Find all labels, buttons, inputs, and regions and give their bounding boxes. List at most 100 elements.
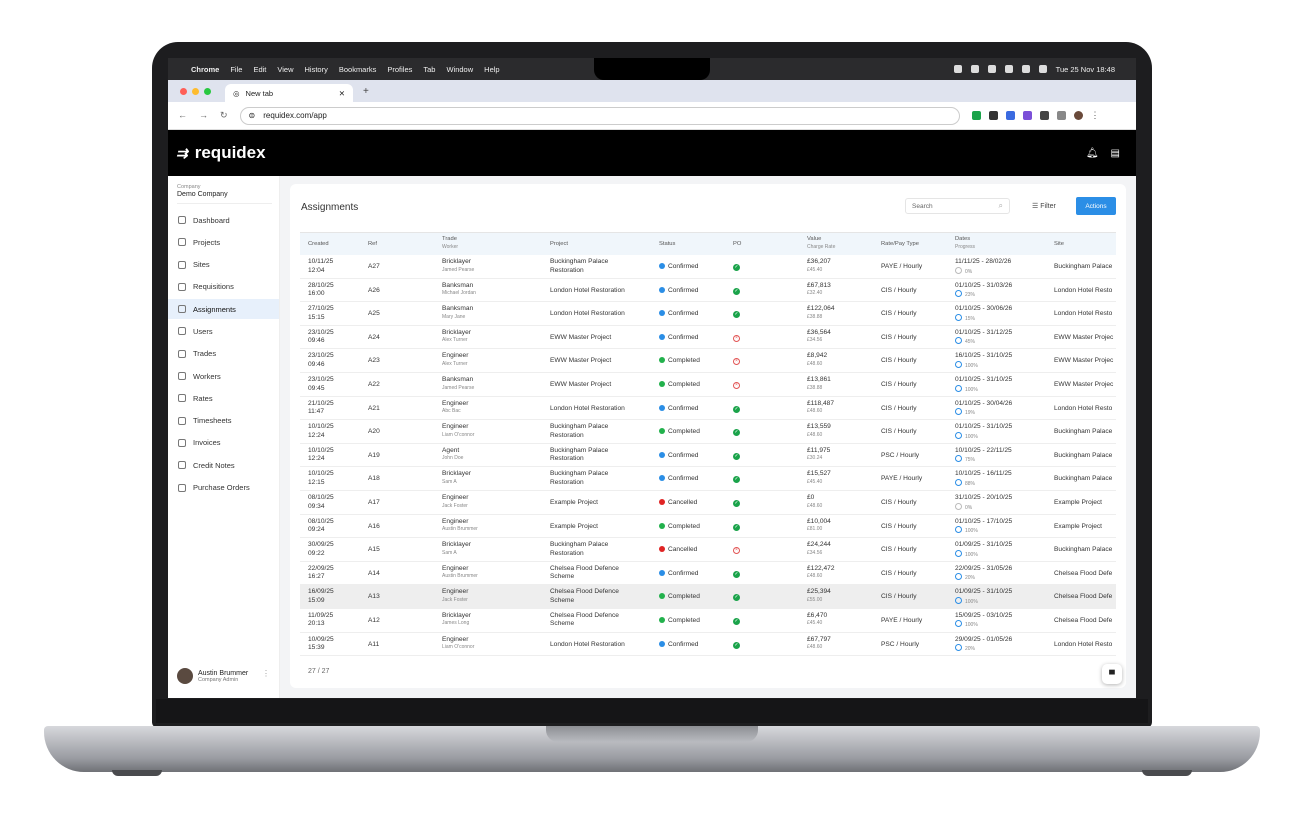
brand-logo[interactable]: ⇉ requidex <box>176 143 266 163</box>
sidebar-item-projects[interactable]: Projects <box>168 232 279 252</box>
cell-po: ✓ <box>733 405 740 414</box>
col-project[interactable]: Project <box>550 241 568 249</box>
menubar-clock[interactable]: Tue 25 Nov 18:48 <box>1056 65 1115 74</box>
table-row[interactable]: 11/09/25 20:13 A12 Bricklayer James Long Chel… <box>300 609 1116 633</box>
new-tab-icon[interactable]: + <box>363 86 369 97</box>
chat-icon[interactable]: ▀ <box>1102 664 1122 684</box>
site-text: London Hotel Resto <box>1054 286 1113 294</box>
table-row[interactable]: 10/10/25 12:24 A19 Agent John Doe Buckingham … <box>300 444 1116 468</box>
sidebar-item-invoices[interactable]: Invoices <box>168 433 279 453</box>
col-po[interactable]: PO <box>733 241 741 249</box>
menubar-item[interactable]: Bookmarks <box>339 65 377 74</box>
sidebar-item-dashboard[interactable]: Dashboard <box>168 210 279 230</box>
table-row[interactable]: 10/09/25 15:39 A11 Engineer Liam O'connor Lon… <box>300 633 1116 657</box>
search-input[interactable]: Search ⌕ <box>905 198 1010 214</box>
col-trade[interactable]: Trade Worker <box>442 236 458 250</box>
progress-ring-icon <box>955 384 962 392</box>
rate-type-text: CIS / Hourly <box>881 380 917 388</box>
cell-project: London Hotel Restoration <box>550 287 625 296</box>
col-ref[interactable]: Ref <box>368 241 377 249</box>
wifi-icon[interactable] <box>1021 65 1030 73</box>
status-icon[interactable] <box>987 65 996 73</box>
id-card-icon <box>178 305 186 314</box>
col-created[interactable]: Created <box>308 241 329 249</box>
table-row[interactable]: 10/10/25 12:15 A18 Bricklayer Sam A Buckingha… <box>300 467 1116 491</box>
table-row[interactable]: 23/10/25 09:46 A24 Bricklayer Alex Turner EWW… <box>300 326 1116 350</box>
sidebar-item-label: Sites <box>193 260 210 270</box>
sidebar-item-rates[interactable]: Rates <box>168 388 279 408</box>
puzzle-icon[interactable] <box>1056 111 1066 120</box>
message-icon[interactable]: ▤ <box>1111 148 1120 159</box>
close-window-icon[interactable] <box>180 87 187 95</box>
extension-icon[interactable] <box>971 111 981 120</box>
menubar-item[interactable]: View <box>277 65 293 74</box>
sidebar-item-timesheets[interactable]: Timesheets <box>168 411 279 431</box>
created-time: 12:24 <box>308 431 325 439</box>
menubar-item[interactable]: Profiles <box>387 65 412 74</box>
table-row[interactable]: 08/10/25 09:24 A16 Engineer Austin Brummer Ex… <box>300 515 1116 539</box>
col-value[interactable]: Value Charge Rate <box>807 236 835 250</box>
table-row[interactable]: 10/11/25 12:04 A27 Bricklayer Jamed Pearse Bu… <box>300 255 1116 279</box>
extension-icon[interactable] <box>1022 111 1032 120</box>
battery-icon[interactable] <box>1038 65 1047 73</box>
reload-icon[interactable]: ↻ <box>220 110 228 121</box>
menubar-item[interactable]: Help <box>484 65 499 74</box>
table-row[interactable]: 10/10/25 12:24 A20 Engineer Liam O'connor Buc… <box>300 420 1116 444</box>
sidebar-item-requisitions[interactable]: Requisitions <box>168 277 279 297</box>
cell-status: Completed <box>659 616 700 626</box>
table-row[interactable]: 08/10/25 09:34 A17 Engineer Jack Foster Examp… <box>300 491 1116 515</box>
table-row[interactable]: 27/10/25 15:15 A25 Banksman Mary Jane London … <box>300 302 1116 326</box>
cell-dates: 01/10/25 - 31/10/25 100% <box>955 376 1012 393</box>
status-icon[interactable] <box>970 65 979 73</box>
status-icon[interactable] <box>953 65 962 73</box>
table-row[interactable]: 23/10/25 09:45 A22 Banksman Jamed Pearse EWW … <box>300 373 1116 397</box>
extension-icon[interactable] <box>1039 111 1049 120</box>
address-bar[interactable]: ⊜ requidex.com/app <box>239 106 960 125</box>
sidebar-item-trades[interactable]: Trades <box>168 344 279 364</box>
extension-icon[interactable] <box>988 111 998 120</box>
sidebar-item-assignments[interactable]: Assignments <box>168 299 279 320</box>
company-name[interactable]: Demo Company <box>177 191 272 204</box>
maximize-window-icon[interactable] <box>204 87 211 95</box>
menubar-app[interactable]: Chrome <box>191 65 219 74</box>
table-row[interactable]: 21/10/25 11:47 A21 Engineer Abc Bac London Ho… <box>300 397 1116 421</box>
extension-icon[interactable] <box>1005 111 1015 120</box>
profile-avatar[interactable] <box>1073 111 1083 120</box>
menubar-item[interactable]: Tab <box>423 65 435 74</box>
actions-button[interactable]: Actions <box>1076 197 1116 215</box>
status-icon[interactable] <box>1004 65 1013 73</box>
menubar-item[interactable]: Edit <box>253 65 266 74</box>
sidebar-item-purchase-orders[interactable]: Purchase Orders <box>168 478 279 498</box>
worker-text: Alex Turner <box>442 360 468 367</box>
sidebar-item-sites[interactable]: Sites <box>168 255 279 275</box>
col-status[interactable]: Status <box>659 241 675 249</box>
col-dates[interactable]: Dates Progress <box>955 236 975 250</box>
site-info-icon[interactable]: ⊜ <box>249 111 256 120</box>
filter-button[interactable]: ☰ Filter <box>1032 202 1056 210</box>
more-icon[interactable]: ⋮ <box>1091 111 1100 120</box>
menubar-item[interactable]: File <box>230 65 242 74</box>
user-menu-icon[interactable]: ⋮ <box>262 669 270 678</box>
table-row[interactable]: 16/09/25 15:09 A13 Engineer Jack Foster Chels… <box>300 585 1116 609</box>
close-tab-icon[interactable]: ✕ <box>339 89 345 98</box>
table-row[interactable]: 30/09/25 09:22 A15 Bricklayer Sam A Buckingha… <box>300 538 1116 562</box>
table-row[interactable]: 28/10/25 16:00 A26 Banksman Michael Jordan Lo… <box>300 279 1116 303</box>
sidebar-item-credit-notes[interactable]: Credit Notes <box>168 455 279 475</box>
col-site[interactable]: Site <box>1054 241 1064 249</box>
user-profile[interactable]: Austin Brummer Company Admin <box>177 668 248 684</box>
minimize-window-icon[interactable] <box>192 87 199 95</box>
table-row[interactable]: 23/10/25 09:46 A23 Engineer Alex Turner EWW M… <box>300 349 1116 373</box>
sidebar-item-workers[interactable]: Workers <box>168 366 279 386</box>
created-time: 09:24 <box>308 526 325 534</box>
forward-icon[interactable]: → <box>199 110 208 121</box>
sidebar-item-users[interactable]: Users <box>168 321 279 341</box>
cell-created: 10/10/25 12:15 <box>308 470 334 487</box>
back-icon[interactable]: ← <box>178 110 187 121</box>
menubar-item[interactable]: Window <box>446 65 473 74</box>
col-rate-type[interactable]: Rate/Pay Type <box>881 241 919 249</box>
menubar-item[interactable]: History <box>305 65 328 74</box>
table-row[interactable]: 22/09/25 16:27 A14 Engineer Austin Brummer Ch… <box>300 562 1116 586</box>
browser-tab[interactable]: ◎ New tab ✕ <box>225 84 353 102</box>
window-controls <box>180 87 211 95</box>
bell-icon[interactable]: 🔔︎ <box>1086 148 1099 159</box>
